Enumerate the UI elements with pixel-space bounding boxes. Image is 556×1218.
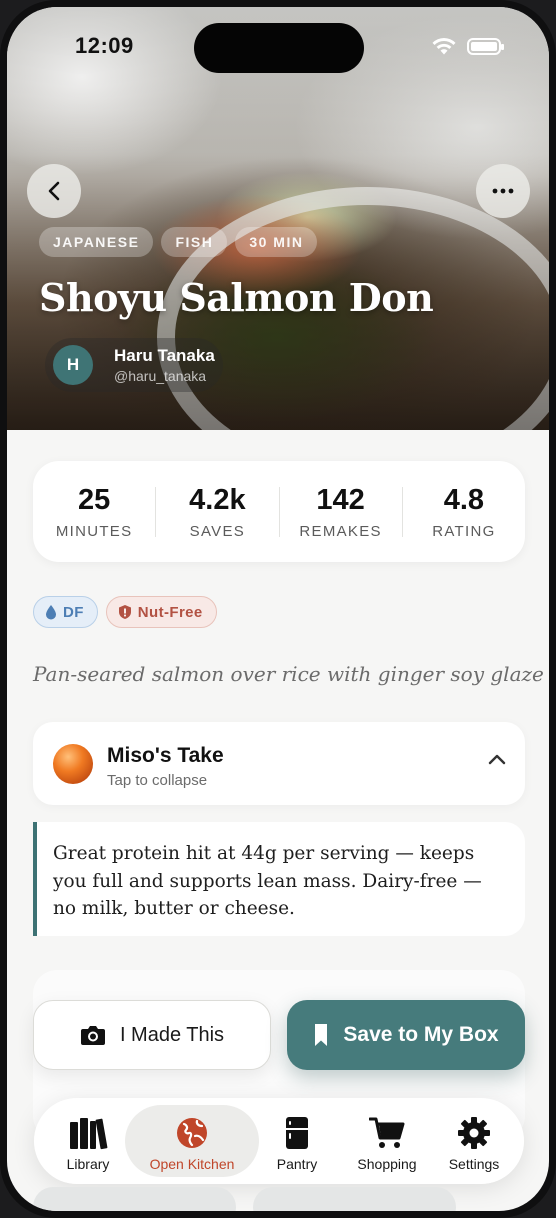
bookmark-icon xyxy=(315,1024,328,1046)
recipe-tags: JAPANESE FISH 30 MIN xyxy=(39,227,318,257)
water-drop-icon xyxy=(46,605,56,620)
i-made-this-button[interactable]: I Made This xyxy=(33,1000,271,1070)
miso-title: Miso's Take xyxy=(107,744,224,767)
chevron-left-icon xyxy=(48,181,60,201)
miso-take-text: Great protein hit at 44g per serving — k… xyxy=(33,822,525,936)
gear-icon xyxy=(458,1117,490,1149)
miso-take-header[interactable]: Miso's Take Tap to collapse xyxy=(33,722,525,805)
stat-saves: 4.2k SAVES xyxy=(189,483,246,540)
diet-badges: DF Nut-Free xyxy=(33,596,217,628)
stat-remakes: 142 REMAKES xyxy=(299,483,382,540)
chevron-up-icon[interactable] xyxy=(487,752,507,766)
tag-time[interactable]: 30 MIN xyxy=(235,227,318,257)
cart-icon xyxy=(369,1117,405,1148)
tab-bar: Library Open Kitchen Pantry Shopping Set… xyxy=(34,1098,524,1184)
status-icons xyxy=(431,37,504,56)
author-handle: @haru_tanaka xyxy=(114,368,207,384)
recipe-title: Shoyu Salmon Don xyxy=(39,275,434,320)
books-icon xyxy=(70,1118,108,1150)
tab-library[interactable]: Library xyxy=(40,1105,136,1177)
ellipsis-icon xyxy=(492,188,514,194)
dynamic-island xyxy=(194,23,364,73)
stat-rating: 4.8 RATING xyxy=(432,483,496,540)
tab-settings[interactable]: Settings xyxy=(434,1105,514,1177)
tab-open-kitchen[interactable]: Open Kitchen xyxy=(125,1105,259,1177)
screen: 12:09 JAPANESE FISH 30 MIN Shoyu Salmon … xyxy=(7,7,549,1211)
battery-icon xyxy=(467,38,504,55)
status-time: 12:09 xyxy=(75,33,134,58)
content-peek xyxy=(33,1187,236,1211)
badge-nut-free[interactable]: Nut-Free xyxy=(105,596,217,628)
globe-icon xyxy=(177,1118,207,1148)
wifi-icon xyxy=(432,38,456,55)
tab-pantry[interactable]: Pantry xyxy=(256,1105,338,1177)
tab-shopping[interactable]: Shopping xyxy=(340,1105,434,1177)
shield-alert-icon xyxy=(118,605,131,619)
recipe-description: Pan-seared salmon over rice with ginger … xyxy=(33,662,544,686)
miso-subtitle: Tap to collapse xyxy=(107,772,208,789)
back-button[interactable] xyxy=(27,164,81,218)
more-options-button[interactable] xyxy=(476,164,530,218)
badge-dairy-free[interactable]: DF xyxy=(33,596,98,628)
miso-orb-icon xyxy=(53,744,93,784)
content-peek xyxy=(253,1187,456,1211)
device-frame: 12:09 JAPANESE FISH 30 MIN Shoyu Salmon … xyxy=(0,0,556,1218)
fridge-icon xyxy=(286,1117,308,1149)
save-to-box-button[interactable]: Save to My Box xyxy=(287,1000,525,1070)
tag-cuisine[interactable]: JAPANESE xyxy=(39,227,154,257)
stats-card: 25 MINUTES 4.2k SAVES 142 REMAKES 4.8 RA… xyxy=(33,461,525,562)
tag-protein[interactable]: FISH xyxy=(161,227,228,257)
author-name: Haru Tanaka xyxy=(114,346,215,365)
camera-icon xyxy=(80,1026,105,1045)
stat-minutes: 25 MINUTES xyxy=(55,483,133,540)
author-chip[interactable]: H Haru Tanaka @haru_tanaka xyxy=(45,338,223,392)
avatar: H xyxy=(53,345,93,385)
